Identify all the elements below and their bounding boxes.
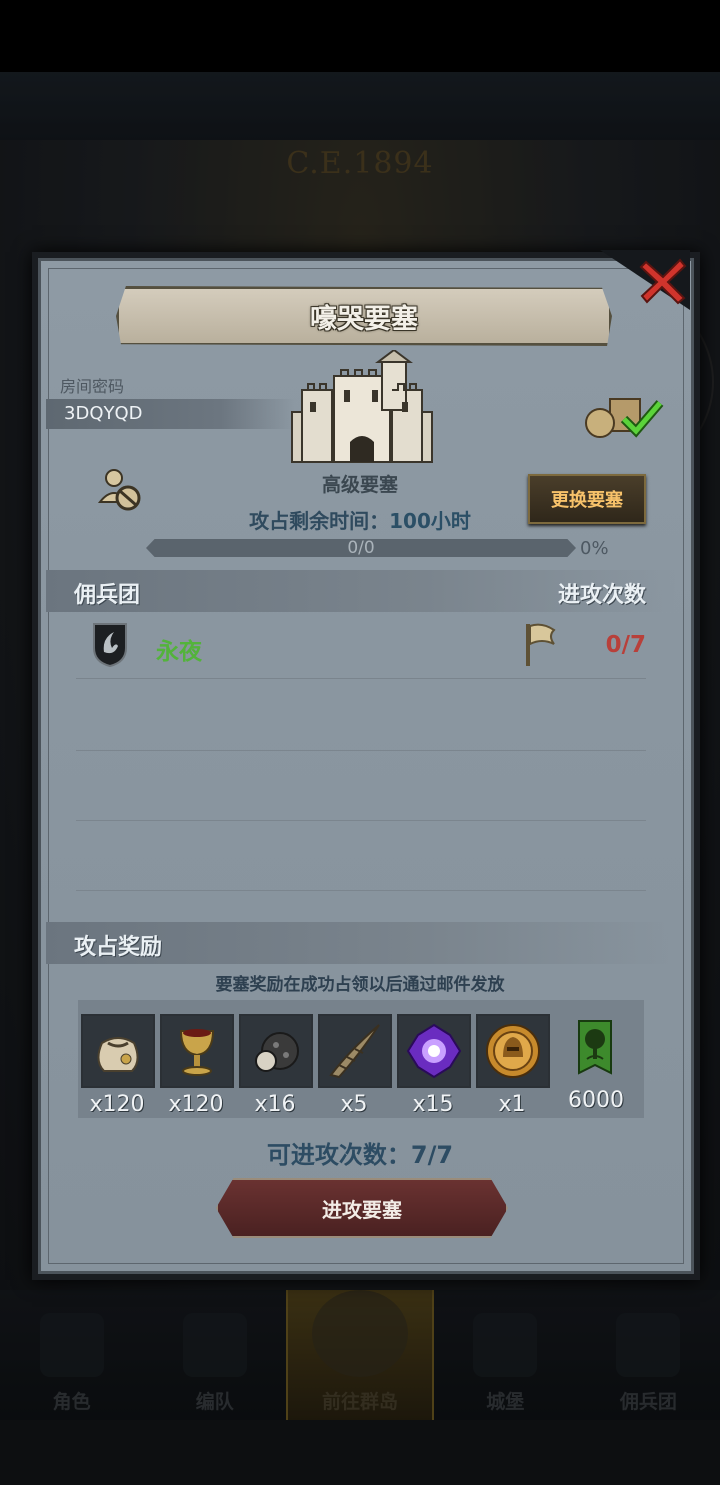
reward-icon-frame [560, 1014, 630, 1084]
flag-icon [526, 623, 556, 666]
timer-value: 100小时 [389, 509, 471, 533]
coin-sack-icon [97, 1037, 139, 1072]
tree-banner-icon [578, 1020, 612, 1075]
attacks-left-value: 7/7 [410, 1141, 454, 1169]
empty-row-divider [76, 820, 646, 821]
reward-note: 要塞奖励在成功占领以后通过邮件发放 [215, 975, 505, 995]
ore-chunk-icon [255, 1032, 299, 1072]
fortress-icon [291, 350, 433, 463]
reward-qty: x120 [168, 1092, 224, 1117]
supplies-ready-icon[interactable] [584, 393, 666, 441]
empty-row-divider [76, 750, 646, 751]
purple-crystal-icon [406, 1023, 462, 1079]
title-banner: 嚎哭要塞 [116, 286, 612, 346]
attacks-left: 可进攻次数：7/7 [0, 1135, 720, 1170]
reward-item[interactable]: x5 [318, 1014, 392, 1117]
change-fortress-label: 更换要塞 [551, 490, 623, 511]
reward-qty: 6000 [568, 1088, 624, 1113]
reward-qty: x120 [89, 1092, 145, 1117]
attacks-left-label: 可进攻次数： [266, 1141, 411, 1169]
reward-item[interactable]: x1 [476, 1014, 550, 1117]
reward-icon-frame [318, 1014, 392, 1088]
guild-shield-icon [93, 623, 127, 668]
reward-item[interactable]: x120 [160, 1014, 234, 1117]
reward-icon-frame [160, 1014, 234, 1088]
attack-count: 0/7 [605, 632, 646, 658]
reward-item[interactable]: x16 [239, 1014, 313, 1117]
mercenary-section-title: 佣兵团 [74, 583, 141, 608]
change-fortress-button[interactable]: 更换要塞 [528, 474, 646, 524]
rewards-section-title: 攻占奖励 [74, 935, 163, 960]
close-icon [639, 258, 687, 305]
reward-qty: x15 [412, 1092, 454, 1117]
reward-icon-frame [476, 1014, 550, 1088]
reward-icon-frame [239, 1014, 313, 1088]
reward-icon-frame [397, 1014, 471, 1088]
room-password-label: 房间密码 [60, 377, 125, 396]
reward-qty: x1 [498, 1092, 526, 1117]
gold-helmet-coin-icon [486, 1024, 540, 1078]
goblet-icon [179, 1029, 215, 1076]
guild-name: 永夜 [156, 639, 202, 665]
attack-count-header: 进攻次数 [557, 583, 646, 608]
no-member-icon[interactable] [96, 466, 144, 514]
reward-qty: x16 [254, 1092, 296, 1117]
reward-qty: x5 [340, 1092, 368, 1117]
reward-icon-frame [81, 1014, 155, 1088]
progress-percent: 0% [580, 538, 609, 559]
mercenary-row[interactable]: 永夜 0/7 [76, 614, 646, 679]
reward-item[interactable]: x120 [81, 1014, 155, 1117]
reward-item[interactable]: 6000 [560, 1014, 632, 1113]
attack-fortress-label: 进攻要塞 [322, 1197, 402, 1222]
close-button[interactable] [636, 254, 690, 308]
reward-item[interactable]: x15 [397, 1014, 471, 1117]
progress-text: 0/0 [347, 538, 375, 558]
empty-row-divider [76, 890, 646, 891]
horn-icon [329, 1024, 380, 1079]
panel-title: 嚎哭要塞 [310, 303, 418, 335]
room-code[interactable]: 3DQYQD [64, 403, 143, 424]
attack-fortress-button[interactable]: 进攻要塞 [216, 1178, 508, 1238]
timer-label: 攻占剩余时间： [249, 509, 390, 533]
